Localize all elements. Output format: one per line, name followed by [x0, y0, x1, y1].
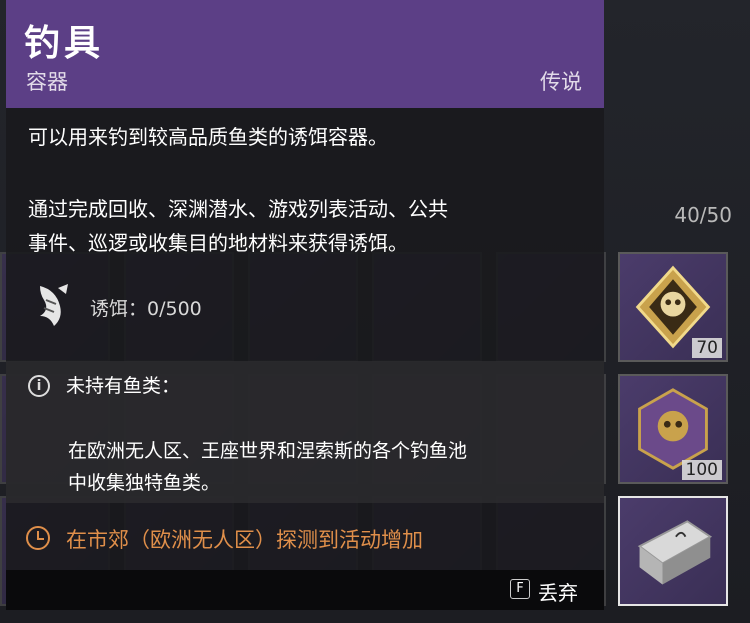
inventory-count: 40/50 [674, 203, 732, 227]
inventory-slot-tackle-box[interactable] [618, 496, 728, 606]
bait-count: 诱饵：0/500 [90, 298, 202, 320]
acquire-line-2: 事件、巡逻或收集目的地材料来获得诱饵。 [28, 231, 408, 255]
tackle-box-icon [637, 520, 713, 585]
item-type: 容器 [26, 70, 68, 94]
discard-button[interactable]: 丢弃 [538, 577, 578, 606]
fish-bait-icon [40, 284, 68, 326]
item-description: 可以用来钓到较高品质鱼类的诱饵容器。 [28, 125, 388, 149]
acquire-line-1: 通过完成回收、深渊潜水、游戏列表活动、公共 [28, 197, 448, 221]
tooltip-body: 可以用来钓到较高品质鱼类的诱饵容器。 通过完成回收、深渊潜水、游戏列表活动、公共… [6, 108, 604, 610]
slot-count: 70 [692, 338, 722, 358]
unowned-line-1: 在欧洲无人区、王座世界和涅索斯的各个钓鱼池 [68, 440, 468, 462]
info-icon: i [28, 375, 50, 397]
clock-icon [26, 526, 50, 550]
unowned-line-2: 中收集独特鱼类。 [68, 472, 221, 494]
tooltip-footer: F 丢弃 [6, 570, 604, 610]
tooltip-header: 钓具 容器 传说 [6, 0, 604, 108]
inventory-slot-emblem-hex[interactable]: 100 [618, 374, 728, 484]
bait-counter: 诱饵：0/500 [26, 276, 586, 336]
unowned-fish-section: i 未持有鱼类： 在欧洲无人区、王座世界和涅索斯的各个钓鱼池 中收集独特鱼类。 [6, 361, 604, 503]
inventory-slot-emblem-gold[interactable]: 70 [618, 252, 728, 362]
activity-event-text: 在市郊（欧洲无人区）探测到活动增加 [66, 528, 423, 552]
item-tooltip: 钓具 容器 传说 可以用来钓到较高品质鱼类的诱饵容器。 通过完成回收、深渊潜水、… [6, 0, 604, 610]
unowned-title: 未持有鱼类： [66, 375, 181, 397]
item-title: 钓具 [24, 23, 105, 64]
item-rarity: 传说 [540, 70, 582, 94]
discard-key-hint: F [510, 579, 530, 599]
slot-count: 100 [681, 460, 722, 480]
